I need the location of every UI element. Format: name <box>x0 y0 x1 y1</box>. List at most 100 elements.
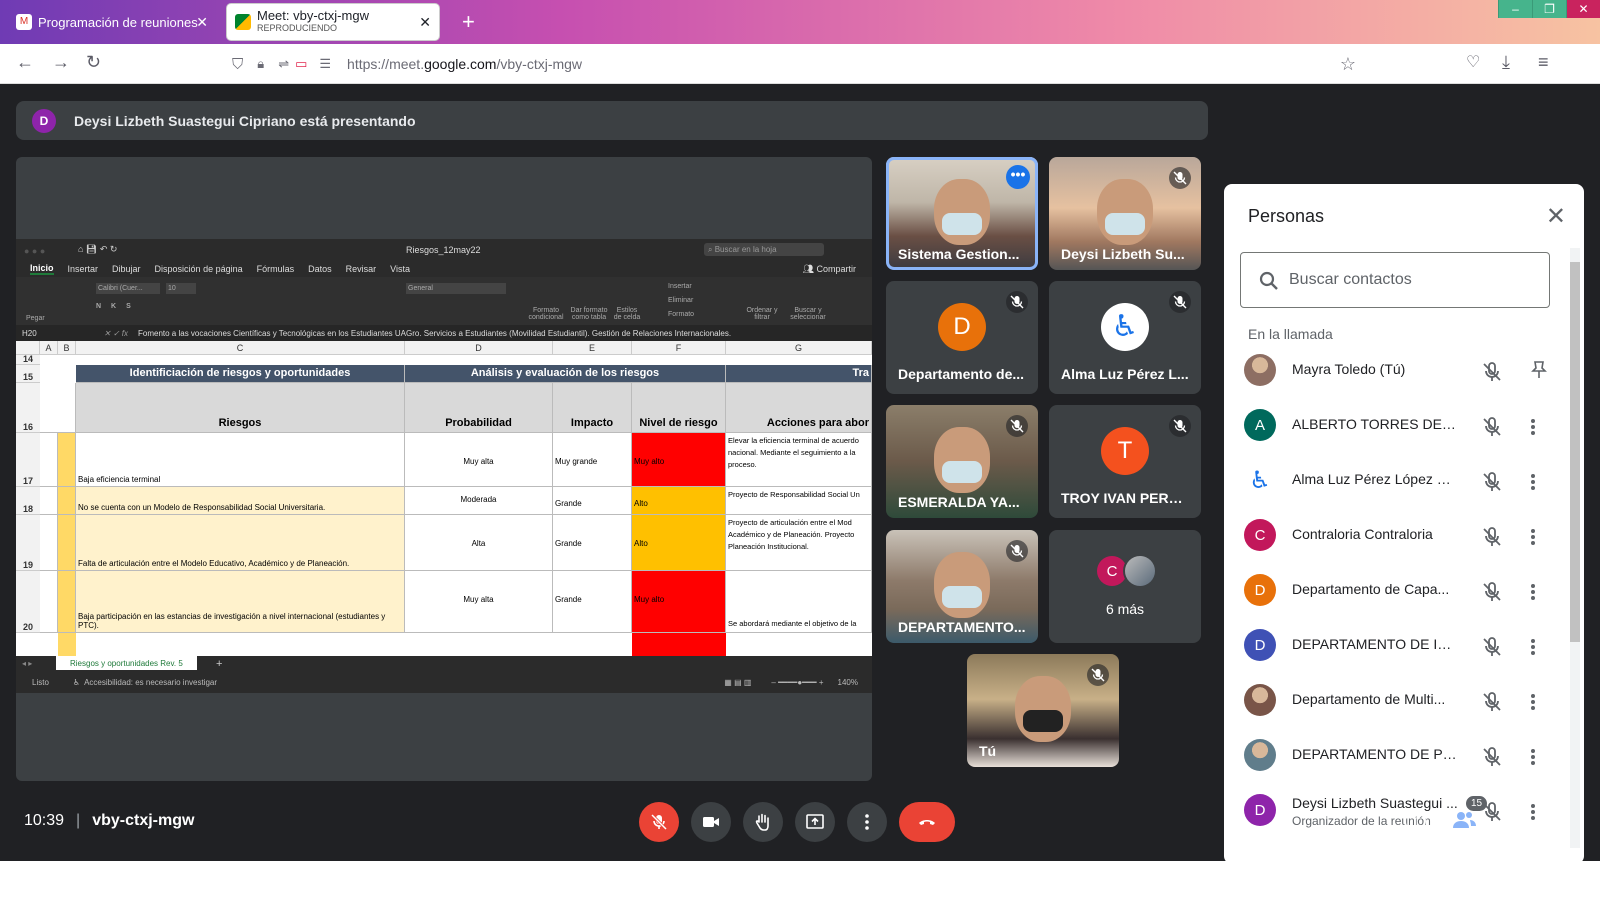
participant-tile[interactable]: DEPARTAMENTO... <box>886 530 1038 643</box>
more-options-icon[interactable] <box>1530 692 1536 712</box>
more-options-icon[interactable] <box>1530 582 1536 602</box>
view-icons[interactable]: ▦ ▤ ▥ <box>724 678 751 687</box>
risk-cell[interactable]: Falta de articulación entre el Modelo Ed… <box>76 515 405 571</box>
presentation-tile[interactable]: ● ● ● ⌂ 💾︎ ↶ ↻ Riesgos_12may22 ⌕ Buscar … <box>16 157 872 781</box>
impact-cell[interactable]: Grande <box>553 571 632 633</box>
leave-call-button[interactable] <box>899 802 955 842</box>
header-cell[interactable]: Impacto <box>553 383 632 433</box>
close-window-icon[interactable]: ✕ <box>1566 0 1600 18</box>
cell-b[interactable] <box>58 433 76 487</box>
column-header[interactable]: B <box>58 341 76 355</box>
action-cell[interactable]: Se abordará mediante el objetivo de la <box>726 571 872 633</box>
shield-icon[interactable]: ⛉ <box>232 56 243 73</box>
sheet-nav-icons[interactable]: ◂ ▸ <box>22 659 32 668</box>
header-cell[interactable]: Nivel de riesgo <box>632 383 726 433</box>
action-cell[interactable]: Proyecto de Responsabilidad Social Un <box>726 487 872 515</box>
participant-tile[interactable]: D Departamento de... <box>886 281 1038 394</box>
participant-tile[interactable]: Tú <box>967 654 1119 767</box>
person-row[interactable]: C Contraloria Contraloria <box>1240 509 1552 565</box>
tab-meet[interactable]: Meet: vby-ctxj-mgw REPRODUCIENDO ✕ <box>227 4 439 40</box>
column-header[interactable]: G <box>726 341 872 355</box>
cell-a[interactable] <box>40 571 58 633</box>
close-tab-icon[interactable]: ✕ <box>196 14 208 31</box>
lock-icon[interactable]: 🔒︎ <box>257 56 264 72</box>
column-header[interactable]: D <box>405 341 553 355</box>
raise-hand-button[interactable] <box>743 802 783 842</box>
cell-b[interactable] <box>58 487 76 515</box>
cell-a[interactable] <box>40 515 58 571</box>
column-header[interactable]: E <box>553 341 632 355</box>
find-select-button[interactable]: Buscar y seleccionar <box>788 307 828 321</box>
row-header[interactable]: 15 <box>16 365 40 383</box>
formula-input[interactable]: Fomento a las vocaciones Científicas y T… <box>138 329 731 338</box>
search-contacts-input[interactable]: Buscar contactos <box>1240 252 1550 308</box>
probability-cell[interactable]: Alta <box>405 515 553 571</box>
people-button[interactable]: 15 <box>1450 796 1488 836</box>
cell-styles-button[interactable]: Estilos de celda <box>612 307 642 321</box>
participant-tile[interactable]: T TROY IVAN PEREZ... <box>1049 405 1201 518</box>
bookmark-star-icon[interactable]: ☆ <box>1340 54 1356 75</box>
participant-tile[interactable]: C 6 más <box>1049 530 1201 643</box>
person-row[interactable]: DEPARTAMENTO DE PL... <box>1240 729 1552 785</box>
row-header[interactable]: 20 <box>16 571 40 633</box>
more-options-icon[interactable]: ••• <box>1006 165 1030 189</box>
minimize-icon[interactable]: – <box>1498 0 1532 18</box>
zoom-slider[interactable]: – ━━━━●━━━ + <box>771 678 823 687</box>
spreadsheet-grid[interactable]: A B C D E F G 14 15 16 Identificiación d… <box>16 341 872 656</box>
row-header[interactable]: 14 <box>16 354 40 365</box>
camera-toggle-button[interactable] <box>691 802 731 842</box>
back-icon[interactable]: ← <box>16 52 34 73</box>
header-cell[interactable]: Análisis y evaluación de los riesgos <box>405 365 726 383</box>
ribbon-tab[interactable]: Datos <box>308 264 332 274</box>
close-panel-icon[interactable]: ✕ <box>1546 202 1566 231</box>
mic-toggle-button[interactable] <box>639 802 679 842</box>
participant-tile[interactable]: Sistema Gestion... ••• <box>886 157 1038 270</box>
participant-tile[interactable]: ♿︎ Alma Luz Pérez L... <box>1049 281 1201 394</box>
reader-icon[interactable]: ☰ <box>319 56 331 72</box>
cell-b[interactable] <box>58 571 76 633</box>
person-row[interactable]: D DEPARTAMENTO DE INF... <box>1240 619 1552 675</box>
sort-filter-button[interactable]: Ordenar y filtrar <box>746 307 778 321</box>
row-header[interactable]: 18 <box>16 487 40 515</box>
cell-a[interactable] <box>40 433 58 487</box>
table-format-button[interactable]: Dar formato como tabla <box>568 307 610 321</box>
probability-cell[interactable]: Moderada <box>405 487 553 515</box>
insert-cells-button[interactable]: Insertar <box>668 283 692 290</box>
reload-icon[interactable]: ↻ <box>86 52 101 73</box>
close-tab-icon[interactable]: ✕ <box>419 14 431 31</box>
paste-button[interactable]: Pegar <box>26 315 45 322</box>
action-cell[interactable]: Elevar la eficiencia terminal de acuerdo… <box>726 433 872 487</box>
name-box[interactable]: H20 <box>16 329 68 338</box>
tab-scheduling[interactable]: M Programación de reuniones - m ✕ <box>8 4 216 40</box>
ribbon-tab[interactable]: Dibujar <box>112 264 141 274</box>
zoom-level[interactable]: 140% <box>838 678 858 687</box>
participant-tile[interactable]: ESMERALDA YA... <box>886 405 1038 518</box>
risk-level-cell[interactable]: Alto <box>632 487 726 515</box>
download-icon[interactable]: ⤓ <box>1502 52 1510 73</box>
font-select[interactable]: Calibri (Cuer... <box>96 283 160 294</box>
header-cell[interactable]: Riesgos <box>76 383 405 433</box>
cell-a[interactable] <box>40 487 58 515</box>
scrollbar[interactable] <box>1570 248 1580 848</box>
column-header[interactable]: F <box>632 341 726 355</box>
pocket-icon[interactable]: ♡ <box>1466 52 1480 72</box>
sheet-search[interactable]: ⌕ Buscar en la hoja <box>704 243 824 256</box>
present-screen-button[interactable] <box>795 802 835 842</box>
status-accessibility[interactable]: Accesibilidad: es necesario investigar <box>84 678 217 687</box>
more-options-icon[interactable] <box>1530 472 1536 492</box>
impact-cell[interactable]: Grande <box>553 515 632 571</box>
share-button[interactable]: 👥︎ Compartir <box>803 264 856 275</box>
risk-level-cell[interactable]: Muy alto <box>632 571 726 633</box>
font-size-select[interactable]: 10 <box>166 283 196 294</box>
person-row[interactable]: Departamento de Multi... <box>1240 674 1552 730</box>
risk-cell[interactable]: Baja participación en las estancias de i… <box>76 571 405 633</box>
more-options-icon[interactable] <box>1530 417 1536 437</box>
ribbon-tab[interactable]: Vista <box>390 264 410 274</box>
ribbon-tab[interactable]: Insertar <box>68 264 99 274</box>
column-header[interactable]: A <box>40 341 58 355</box>
header-cell[interactable]: Acciones para abor <box>726 383 872 433</box>
row-header[interactable]: 19 <box>16 515 40 571</box>
format-cells-button[interactable]: Formato <box>668 311 694 318</box>
ribbon-tab[interactable]: Revisar <box>346 264 377 274</box>
risk-level-cell[interactable]: Alto <box>632 515 726 571</box>
